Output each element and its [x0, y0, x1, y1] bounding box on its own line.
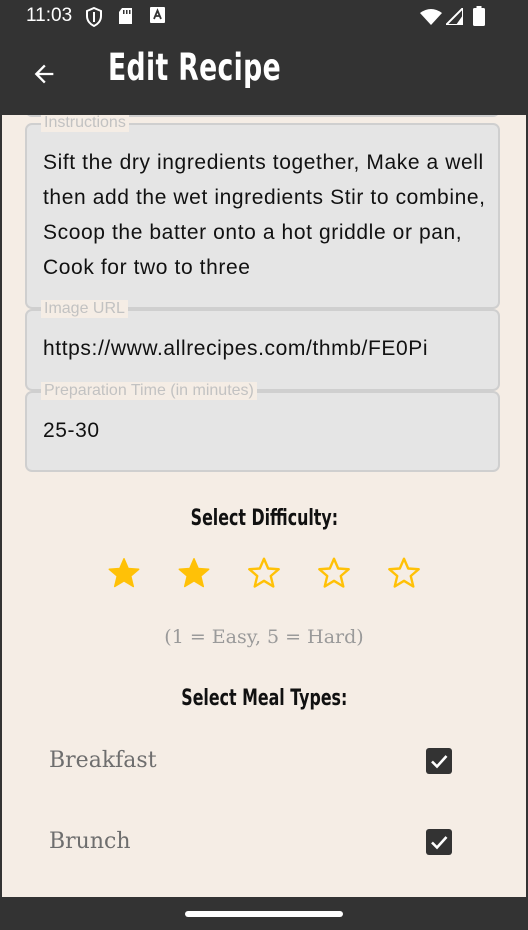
check-icon — [431, 755, 448, 769]
meal-type-label: Brunch — [49, 829, 131, 854]
home-gesture-handle[interactable] — [185, 911, 343, 917]
meal-type-row-breakfast[interactable]: Breakfast — [2, 734, 526, 794]
signal-icon — [446, 8, 463, 25]
arrow-back-icon — [34, 64, 54, 84]
difficulty-heading-text: Select Difficulty: — [190, 506, 338, 531]
difficulty-hint: (1 = Easy, 5 = Hard) — [164, 626, 364, 648]
page-title: Edit Recipe — [108, 46, 282, 89]
star-filled-icon[interactable] — [176, 555, 212, 591]
image-url-label: Image URL — [41, 300, 128, 318]
back-button[interactable] — [24, 54, 64, 94]
difficulty-rating — [106, 555, 436, 595]
meal-types-heading-text: Select Meal Types: — [180, 686, 348, 711]
status-time: 11:03 — [26, 5, 73, 26]
app-bar: Edit Recipe — [0, 34, 528, 115]
star-outline-icon[interactable] — [316, 555, 352, 591]
system-navigation-bar — [0, 897, 528, 930]
instructions-label: Instructions — [41, 115, 129, 132]
star-outline-icon[interactable] — [386, 555, 422, 591]
difficulty-heading: Select Difficulty: — [2, 506, 526, 531]
instructions-value[interactable]: Sift the dry ingredients together, Make … — [43, 145, 486, 285]
wifi-icon — [420, 9, 442, 25]
prep-time-field[interactable]: Preparation Time (in minutes) 25-30 — [25, 382, 500, 472]
brunch-checkbox[interactable] — [426, 829, 452, 855]
battery-icon — [473, 6, 485, 26]
breakfast-checkbox[interactable] — [426, 748, 452, 774]
status-bar: 11:03 — [0, 0, 528, 34]
edit-recipe-form: Instructions Sift the dry ingredients to… — [2, 115, 526, 897]
instructions-field[interactable]: Instructions Sift the dry ingredients to… — [25, 115, 500, 309]
meal-types-heading: Select Meal Types: — [2, 686, 526, 711]
sd-card-icon — [119, 8, 132, 24]
check-icon — [431, 836, 448, 850]
text-notification-icon — [150, 7, 165, 23]
image-url-field[interactable]: Image URL https://www.allrecipes.com/thm… — [25, 300, 500, 391]
prep-time-label: Preparation Time (in minutes) — [41, 382, 257, 400]
prep-time-value[interactable]: 25-30 — [43, 419, 486, 443]
star-outline-icon[interactable] — [246, 555, 282, 591]
meal-type-label: Breakfast — [49, 748, 157, 773]
image-url-value[interactable]: https://www.allrecipes.com/thmb/FE0Pi — [43, 337, 486, 361]
meal-type-row-brunch[interactable]: Brunch — [2, 815, 526, 875]
star-filled-icon[interactable] — [106, 555, 142, 591]
shield-icon — [86, 7, 102, 27]
